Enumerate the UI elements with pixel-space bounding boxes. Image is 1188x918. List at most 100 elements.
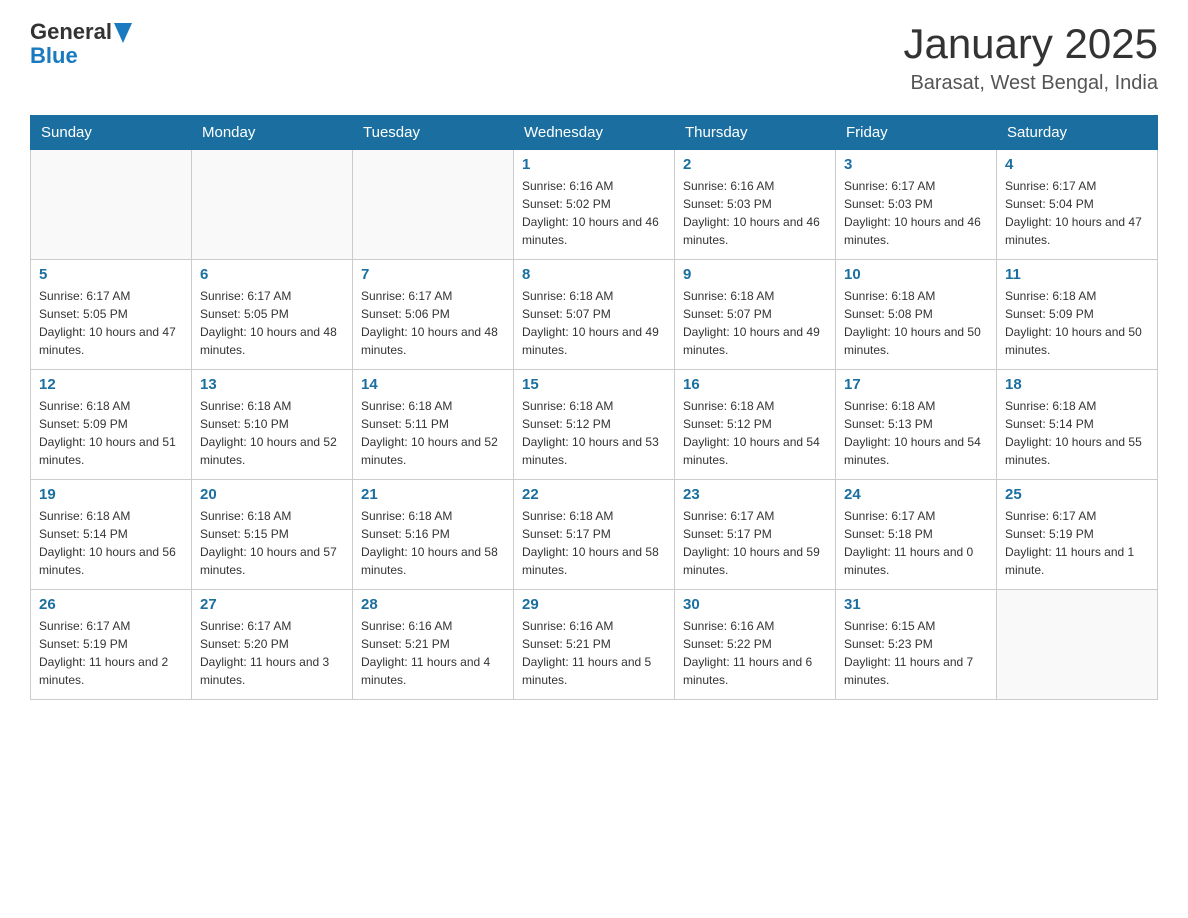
calendar-cell [997, 590, 1158, 700]
calendar-cell: 28Sunrise: 6:16 AM Sunset: 5:21 PM Dayli… [353, 590, 514, 700]
column-header-sunday: Sunday [31, 116, 192, 150]
day-number: 7 [361, 266, 505, 283]
day-number: 25 [1005, 486, 1149, 503]
calendar-cell: 15 Sunrise: 6:18 AM Sunset: 5:12 PM Dayli… [514, 370, 675, 480]
calendar-cell: 25 Sunrise: 6:17 AM Sunset: 5:19 PM Dayli… [997, 480, 1158, 590]
title-block: January 2025 Barasat, West Bengal, India [903, 20, 1158, 95]
day-number: 13 [200, 376, 344, 393]
day-info: Sunrise: 6:18 AM Sunset: 5:14 PM Dayligh… [1005, 397, 1149, 469]
calendar-cell: 9 Sunrise: 6:18 AM Sunset: 5:07 PM Daylig… [675, 260, 836, 370]
day-number: 14 [361, 376, 505, 393]
calendar-cell: 17 Sunrise: 6:18 AM Sunset: 5:13 PM Dayli… [836, 370, 997, 480]
day-info: Sunrise: 6:17 AM Sunset: 5:04 PM Dayligh… [1005, 177, 1149, 249]
calendar-cell: 4 Sunrise: 6:17 AM Sunset: 5:04 PM Daylig… [997, 150, 1158, 260]
calendar-cell: 8 Sunrise: 6:18 AM Sunset: 5:07 PM Daylig… [514, 260, 675, 370]
calendar-week-row: 26Sunrise: 6:17 AM Sunset: 5:19 PM Dayli… [31, 590, 1158, 700]
logo: General Blue [30, 20, 132, 68]
calendar-cell [31, 150, 192, 260]
calendar-cell: 10Sunrise: 6:18 AM Sunset: 5:08 PM Dayli… [836, 260, 997, 370]
calendar-cell: 31Sunrise: 6:15 AM Sunset: 5:23 PM Dayli… [836, 590, 997, 700]
day-info: Sunrise: 6:18 AM Sunset: 5:09 PM Dayligh… [1005, 287, 1149, 359]
calendar-week-row: 1 Sunrise: 6:16 AM Sunset: 5:02 PM Daylig… [31, 150, 1158, 260]
day-number: 31 [844, 596, 988, 613]
calendar-cell: 20 Sunrise: 6:18 AM Sunset: 5:15 PM Dayli… [192, 480, 353, 590]
calendar-cell: 3Sunrise: 6:17 AM Sunset: 5:03 PM Daylig… [836, 150, 997, 260]
column-header-friday: Friday [836, 116, 997, 150]
day-number: 19 [39, 486, 183, 503]
page-header: General Blue January 2025 Barasat, West … [30, 20, 1158, 95]
day-info: Sunrise: 6:18 AM Sunset: 5:07 PM Dayligh… [522, 287, 666, 359]
day-info: Sunrise: 6:17 AM Sunset: 5:18 PM Dayligh… [844, 507, 988, 579]
calendar-week-row: 12Sunrise: 6:18 AM Sunset: 5:09 PM Dayli… [31, 370, 1158, 480]
day-info: Sunrise: 6:16 AM Sunset: 5:03 PM Dayligh… [683, 177, 827, 249]
day-info: Sunrise: 6:17 AM Sunset: 5:19 PM Dayligh… [1005, 507, 1149, 579]
day-info: Sunrise: 6:17 AM Sunset: 5:17 PM Dayligh… [683, 507, 827, 579]
calendar-cell: 22 Sunrise: 6:18 AM Sunset: 5:17 PM Dayli… [514, 480, 675, 590]
calendar-week-row: 5 Sunrise: 6:17 AM Sunset: 5:05 PM Daylig… [31, 260, 1158, 370]
day-number: 29 [522, 596, 666, 613]
calendar-cell: 6 Sunrise: 6:17 AM Sunset: 5:05 PM Daylig… [192, 260, 353, 370]
calendar-cell: 27 Sunrise: 6:17 AM Sunset: 5:20 PM Dayli… [192, 590, 353, 700]
day-number: 6 [200, 266, 344, 283]
day-number: 30 [683, 596, 827, 613]
calendar-cell: 24 Sunrise: 6:17 AM Sunset: 5:18 PM Dayli… [836, 480, 997, 590]
day-number: 28 [361, 596, 505, 613]
day-number: 8 [522, 266, 666, 283]
day-info: Sunrise: 6:18 AM Sunset: 5:09 PM Dayligh… [39, 397, 183, 469]
day-info: Sunrise: 6:16 AM Sunset: 5:22 PM Dayligh… [683, 617, 827, 689]
logo-general: General [30, 20, 112, 44]
calendar-cell: 13Sunrise: 6:18 AM Sunset: 5:10 PM Dayli… [192, 370, 353, 480]
calendar-cell: 29Sunrise: 6:16 AM Sunset: 5:21 PM Dayli… [514, 590, 675, 700]
day-info: Sunrise: 6:18 AM Sunset: 5:12 PM Dayligh… [683, 397, 827, 469]
calendar-week-row: 19Sunrise: 6:18 AM Sunset: 5:14 PM Dayli… [31, 480, 1158, 590]
calendar-cell: 16 Sunrise: 6:18 AM Sunset: 5:12 PM Dayli… [675, 370, 836, 480]
day-info: Sunrise: 6:18 AM Sunset: 5:13 PM Dayligh… [844, 397, 988, 469]
day-number: 22 [522, 486, 666, 503]
column-header-saturday: Saturday [997, 116, 1158, 150]
day-info: Sunrise: 6:17 AM Sunset: 5:05 PM Dayligh… [39, 287, 183, 359]
calendar-cell: 26Sunrise: 6:17 AM Sunset: 5:19 PM Dayli… [31, 590, 192, 700]
day-number: 4 [1005, 156, 1149, 173]
column-header-thursday: Thursday [675, 116, 836, 150]
day-number: 17 [844, 376, 988, 393]
day-info: Sunrise: 6:18 AM Sunset: 5:15 PM Dayligh… [200, 507, 344, 579]
day-number: 24 [844, 486, 988, 503]
calendar-title: January 2025 [903, 20, 1158, 68]
day-info: Sunrise: 6:17 AM Sunset: 5:20 PM Dayligh… [200, 617, 344, 689]
calendar-cell: 12Sunrise: 6:18 AM Sunset: 5:09 PM Dayli… [31, 370, 192, 480]
calendar-cell: 18Sunrise: 6:18 AM Sunset: 5:14 PM Dayli… [997, 370, 1158, 480]
calendar-cell [353, 150, 514, 260]
calendar-cell [192, 150, 353, 260]
day-number: 16 [683, 376, 827, 393]
day-info: Sunrise: 6:18 AM Sunset: 5:07 PM Dayligh… [683, 287, 827, 359]
logo-blue: Blue [30, 44, 78, 68]
calendar-cell: 7Sunrise: 6:17 AM Sunset: 5:06 PM Daylig… [353, 260, 514, 370]
calendar-cell: 21Sunrise: 6:18 AM Sunset: 5:16 PM Dayli… [353, 480, 514, 590]
day-info: Sunrise: 6:17 AM Sunset: 5:03 PM Dayligh… [844, 177, 988, 249]
column-header-monday: Monday [192, 116, 353, 150]
day-number: 27 [200, 596, 344, 613]
day-number: 23 [683, 486, 827, 503]
calendar-cell: 14 Sunrise: 6:18 AM Sunset: 5:11 PM Dayli… [353, 370, 514, 480]
calendar-cell: 30 Sunrise: 6:16 AM Sunset: 5:22 PM Dayli… [675, 590, 836, 700]
day-info: Sunrise: 6:17 AM Sunset: 5:19 PM Dayligh… [39, 617, 183, 689]
logo-triangle-icon [114, 23, 132, 43]
day-info: Sunrise: 6:18 AM Sunset: 5:17 PM Dayligh… [522, 507, 666, 579]
day-number: 20 [200, 486, 344, 503]
day-number: 10 [844, 266, 988, 283]
day-number: 9 [683, 266, 827, 283]
day-number: 15 [522, 376, 666, 393]
day-info: Sunrise: 6:16 AM Sunset: 5:02 PM Dayligh… [522, 177, 666, 249]
column-header-wednesday: Wednesday [514, 116, 675, 150]
day-info: Sunrise: 6:18 AM Sunset: 5:11 PM Dayligh… [361, 397, 505, 469]
day-number: 1 [522, 156, 666, 173]
calendar-cell: 2Sunrise: 6:16 AM Sunset: 5:03 PM Daylig… [675, 150, 836, 260]
day-number: 11 [1005, 266, 1149, 283]
day-info: Sunrise: 6:18 AM Sunset: 5:12 PM Dayligh… [522, 397, 666, 469]
day-info: Sunrise: 6:17 AM Sunset: 5:05 PM Dayligh… [200, 287, 344, 359]
day-info: Sunrise: 6:18 AM Sunset: 5:16 PM Dayligh… [361, 507, 505, 579]
column-header-tuesday: Tuesday [353, 116, 514, 150]
calendar-cell: 1 Sunrise: 6:16 AM Sunset: 5:02 PM Daylig… [514, 150, 675, 260]
calendar-table: SundayMondayTuesdayWednesdayThursdayFrid… [30, 115, 1158, 700]
day-number: 5 [39, 266, 183, 283]
